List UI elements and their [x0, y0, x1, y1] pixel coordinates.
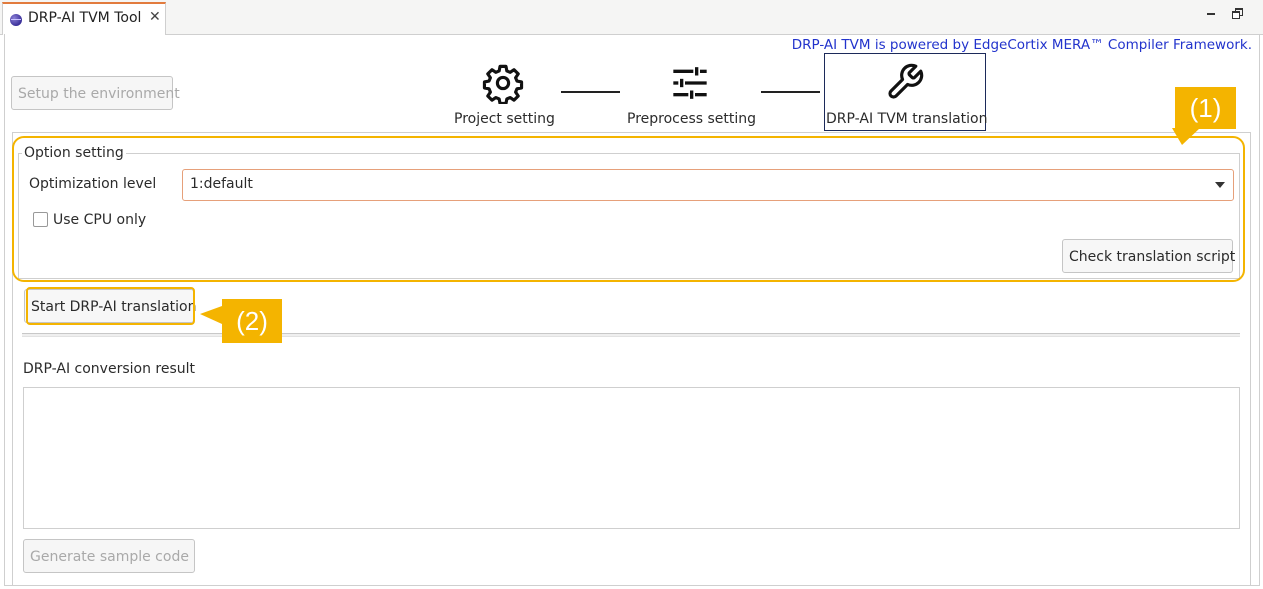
restore-icon[interactable] — [1230, 5, 1244, 19]
editor-tab-bar: DRP-AI TVM Tool ✕ — [0, 0, 1263, 35]
eclipse-icon — [10, 14, 22, 26]
step-label-preprocess-setting[interactable]: Preprocess setting — [627, 111, 756, 127]
step-label-project-setting[interactable]: Project setting — [454, 111, 555, 127]
callout-label-2: (2) — [222, 299, 282, 343]
close-icon[interactable]: ✕ — [149, 9, 161, 25]
tab-drp-ai-tvm-tool[interactable]: DRP-AI TVM Tool ✕ — [2, 2, 166, 35]
powered-by-text: DRP-AI TVM is powered by EdgeCortix MERA… — [791, 37, 1252, 53]
callout-label-1: (1) — [1175, 87, 1236, 129]
highlight-option-setting — [12, 136, 1245, 282]
tab-title: DRP-AI TVM Tool — [28, 10, 142, 26]
generate-sample-code-button[interactable]: Generate sample code — [23, 539, 195, 573]
step-label-drp-ai-tvm-translation[interactable]: DRP-AI TVM translation — [826, 111, 987, 127]
sliders-icon[interactable] — [670, 63, 710, 103]
gear-icon[interactable] — [482, 62, 524, 104]
separator — [22, 333, 1240, 337]
step-connector — [761, 91, 820, 93]
conversion-result-textarea[interactable] — [23, 387, 1240, 529]
highlight-start-button — [26, 287, 195, 325]
minimize-icon[interactable] — [1205, 5, 1217, 19]
callout-pointer — [1172, 128, 1200, 145]
setup-environment-button[interactable]: Setup the environment — [11, 76, 180, 110]
callout-pointer — [200, 306, 222, 324]
conversion-result-label: DRP-AI conversion result — [23, 361, 196, 377]
step-connector — [561, 91, 620, 93]
wrench-icon[interactable] — [885, 62, 925, 102]
